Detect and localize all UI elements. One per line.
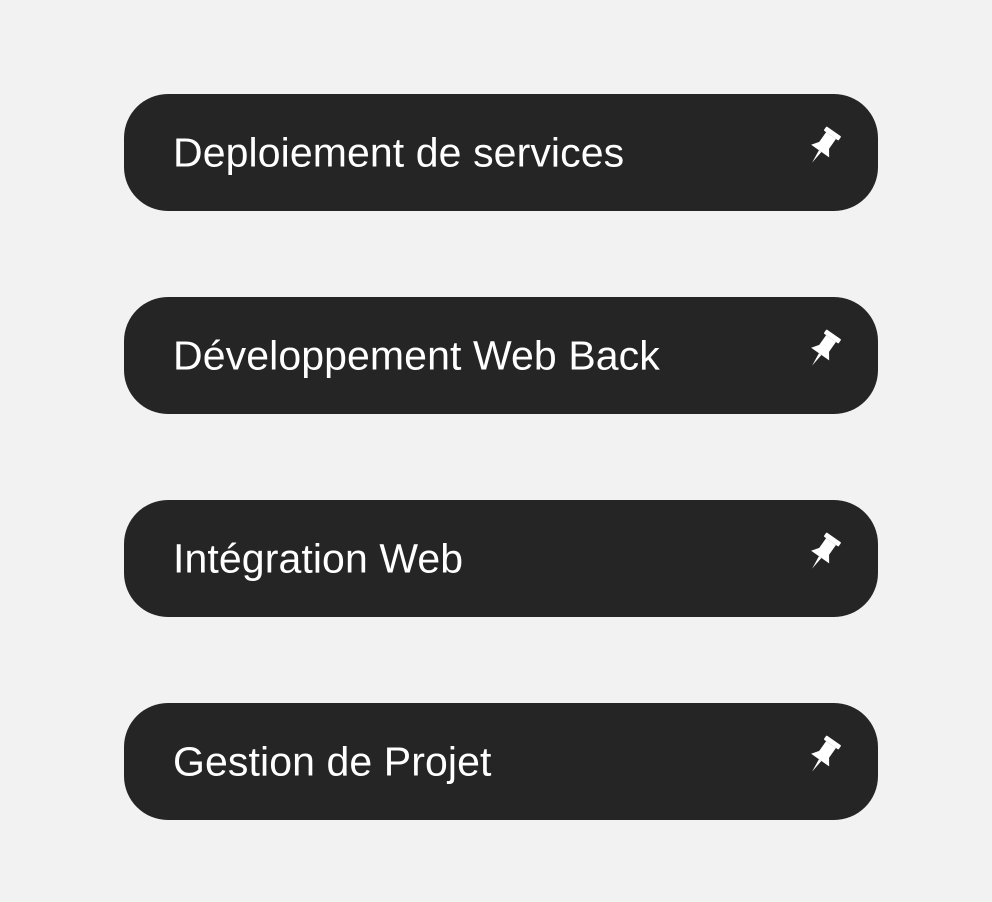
skill-item-label: Gestion de Projet — [173, 738, 492, 784]
skill-item-integration-web[interactable]: Intégration Web — [124, 500, 878, 617]
skill-item-deploiement-de-services[interactable]: Deploiement de services — [124, 94, 878, 211]
skills-list: Deploiement de services Développement We… — [124, 94, 878, 820]
pin-icon[interactable] — [805, 328, 841, 372]
pin-icon[interactable] — [805, 125, 841, 169]
pin-icon[interactable] — [805, 531, 841, 575]
skill-item-developpement-web-back[interactable]: Développement Web Back — [124, 297, 878, 414]
pin-icon[interactable] — [805, 734, 841, 778]
skill-item-label: Intégration Web — [173, 535, 464, 581]
skill-item-label: Deploiement de services — [173, 129, 625, 175]
skill-item-gestion-de-projet[interactable]: Gestion de Projet — [124, 703, 878, 820]
skill-item-label: Développement Web Back — [173, 332, 660, 378]
